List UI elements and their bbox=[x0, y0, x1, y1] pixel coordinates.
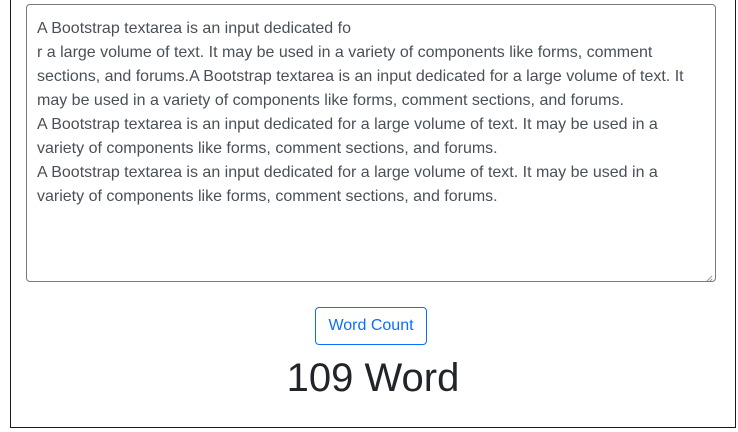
editor-line: r a large volume of text. It may be used… bbox=[37, 44, 653, 61]
page-frame: A Bootstrap textarea is an input dedicat… bbox=[10, 0, 736, 428]
editor-line: A Bootstrap textarea is an input dedicat… bbox=[37, 20, 351, 37]
editor-line: may be used in a variety of components l… bbox=[37, 92, 624, 109]
editor-line: variety of components like forms, commen… bbox=[37, 140, 498, 157]
resize-grip-icon[interactable] bbox=[704, 270, 713, 281]
editor-line: A Bootstrap textarea is an input dedicat… bbox=[37, 116, 658, 133]
text-editor[interactable]: A Bootstrap textarea is an input dedicat… bbox=[26, 4, 716, 282]
editor-line: sections, and forums.A Bootstrap textare… bbox=[37, 68, 684, 85]
word-count-result: 109 Word bbox=[286, 356, 460, 400]
editor-content[interactable]: A Bootstrap textarea is an input dedicat… bbox=[37, 17, 703, 209]
editor-line: variety of components like forms, commen… bbox=[37, 188, 498, 205]
word-count-button[interactable]: Word Count bbox=[315, 307, 427, 345]
editor-line: A Bootstrap textarea is an input dedicat… bbox=[37, 164, 658, 181]
